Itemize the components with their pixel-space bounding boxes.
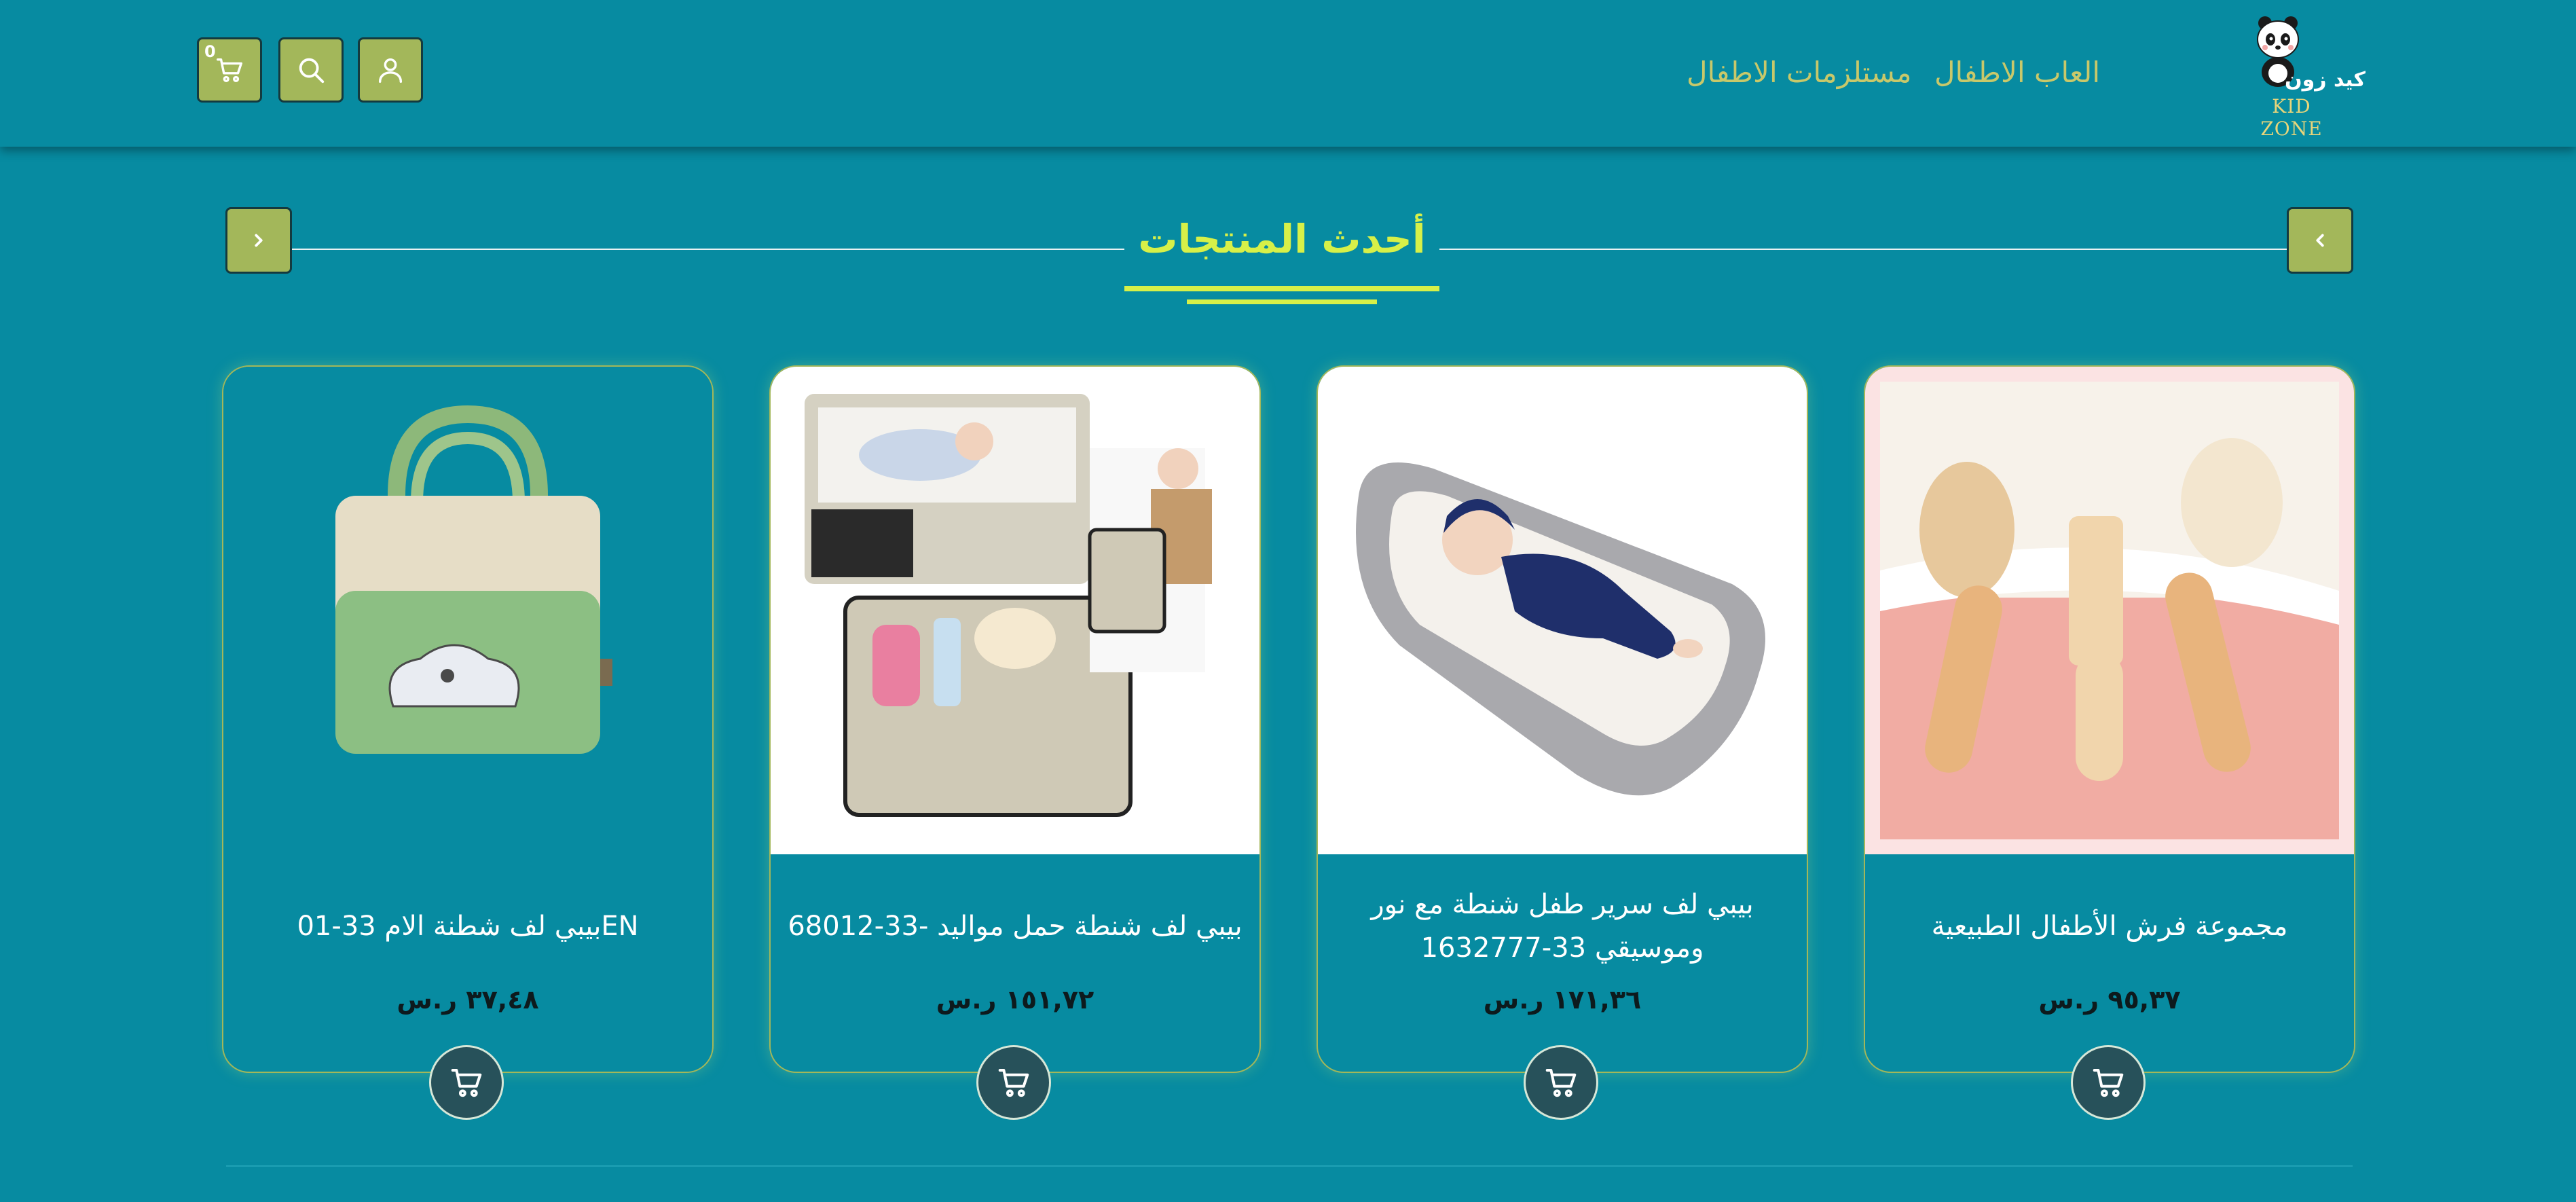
logo-text: KID ZONE	[2260, 95, 2323, 140]
section-title: أحدث المنتجات	[1138, 216, 1426, 262]
nav-link-baby-supplies[interactable]: مستلزمات الاطفال	[1687, 56, 1912, 89]
product-price: ١٧١,٣٦ ر.س	[1483, 985, 1642, 1015]
cart-icon	[451, 1068, 482, 1097]
cart-icon	[1545, 1068, 1577, 1097]
search-icon	[299, 58, 325, 84]
product-image[interactable]	[223, 367, 712, 854]
title-underline	[1124, 286, 1439, 291]
product-image[interactable]	[771, 367, 1259, 854]
section-divider	[226, 1165, 2353, 1167]
chevron-left-icon	[2316, 234, 2324, 247]
carousel-next-button[interactable]	[2287, 207, 2353, 274]
add-to-cart-button[interactable]	[2071, 1045, 2146, 1120]
product-image[interactable]	[1865, 367, 2354, 854]
search-button[interactable]	[278, 37, 344, 103]
product-card[interactable]: مجموعة فرش الأطفال الطبيعية ٩٥,٣٧ ر.س	[1864, 365, 2355, 1073]
title-underline-short	[1187, 299, 1377, 304]
product-card[interactable]: بيبي لف شطنة الام 33-01EN ٣٧,٤٨ ر.س	[222, 365, 714, 1073]
product-title[interactable]: مجموعة فرش الأطفال الطبيعية	[1879, 879, 2340, 974]
title-divider-right	[1439, 249, 2287, 250]
carousel-prev-button[interactable]	[225, 207, 292, 274]
product-image[interactable]	[1318, 367, 1807, 854]
title-divider-left	[292, 249, 1124, 250]
product-price: ٩٥,٣٧ ر.س	[2038, 985, 2181, 1015]
cart-icon	[217, 58, 242, 83]
product-title[interactable]: بيبي لف شنطة حمل مواليد -33-68012	[784, 879, 1246, 974]
header-cart-button[interactable]: 0	[197, 37, 262, 103]
cart-count-badge: 0	[204, 42, 216, 61]
add-to-cart-button[interactable]	[976, 1045, 1051, 1120]
product-card[interactable]: بيبي لف شنطة حمل مواليد -33-68012 ١٥١,٧٢…	[769, 365, 1261, 1073]
site-header: 0 مستلزمات الاطفال العاب الاطفال كيد زون…	[0, 0, 2576, 147]
cart-icon	[998, 1068, 1029, 1097]
add-to-cart-button[interactable]	[1524, 1045, 1598, 1120]
logo-arabic-text: كيد زون	[2285, 68, 2366, 92]
chevron-right-icon	[255, 234, 263, 247]
product-title[interactable]: بيبي لف سرير طفل شنطة مع نور وموسيقي 33-…	[1331, 879, 1793, 974]
product-price: ١٥١,٧٢ ر.س	[936, 985, 1094, 1015]
account-button[interactable]	[358, 37, 423, 103]
product-title[interactable]: بيبي لف شطنة الام 33-01EN	[237, 879, 699, 974]
add-to-cart-button[interactable]	[429, 1045, 504, 1120]
cart-icon	[2093, 1068, 2124, 1097]
product-card[interactable]: بيبي لف سرير طفل شنطة مع نور وموسيقي 33-…	[1317, 365, 1808, 1073]
nav-link-kids-toys[interactable]: العاب الاطفال	[1934, 56, 2100, 89]
product-price: ٣٧,٤٨ ر.س	[397, 985, 539, 1015]
user-icon	[378, 58, 403, 83]
